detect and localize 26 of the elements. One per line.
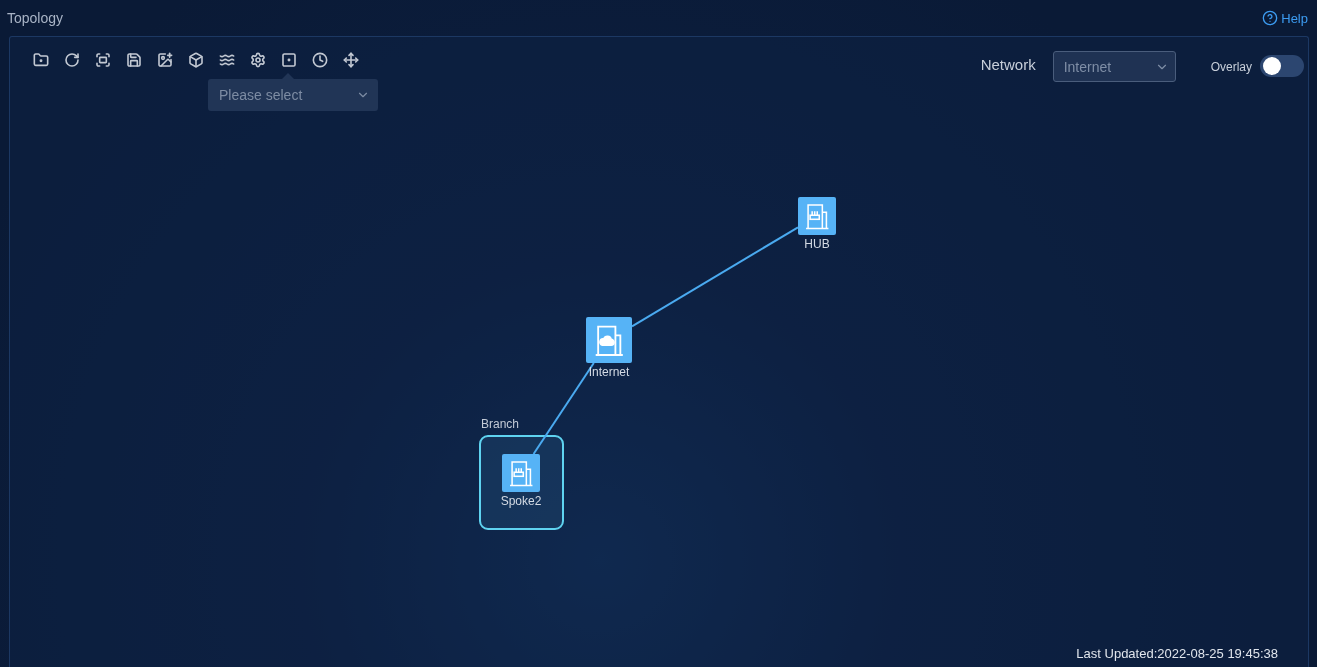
network-label: Network — [980, 56, 1036, 73]
save-icon[interactable] — [125, 51, 143, 69]
move-icon[interactable] — [342, 51, 360, 69]
cube-icon[interactable] — [187, 51, 205, 69]
layout-select[interactable]: Please select — [208, 79, 378, 111]
frame-icon[interactable] — [280, 51, 298, 69]
clock-icon[interactable] — [311, 51, 329, 69]
refresh-icon[interactable] — [63, 51, 81, 69]
folder-pin-icon[interactable] — [32, 51, 50, 69]
image-icon[interactable] — [156, 51, 174, 69]
network-select[interactable]: Internet — [1052, 51, 1176, 82]
device-node[interactable] — [586, 317, 632, 363]
node-label: Internet — [588, 365, 630, 379]
overlay-label: Overlay — [1210, 60, 1252, 74]
help-icon — [1262, 10, 1279, 26]
overlay-toggle[interactable] — [1260, 55, 1304, 77]
last-updated-text: Last Updated:2022-08-25 19:45:38 — [1076, 646, 1278, 661]
settings-icon[interactable] — [249, 51, 267, 69]
device-node[interactable] — [502, 454, 540, 492]
page-title: Topology — [7, 10, 64, 26]
help-link[interactable]: Help — [1262, 10, 1308, 26]
fullscreen-icon[interactable] — [94, 51, 112, 69]
node-label: Spoke2 — [500, 494, 542, 508]
node-label: HUB — [804, 237, 830, 251]
device-node[interactable] — [798, 197, 836, 235]
group-label: Branch — [481, 417, 520, 431]
